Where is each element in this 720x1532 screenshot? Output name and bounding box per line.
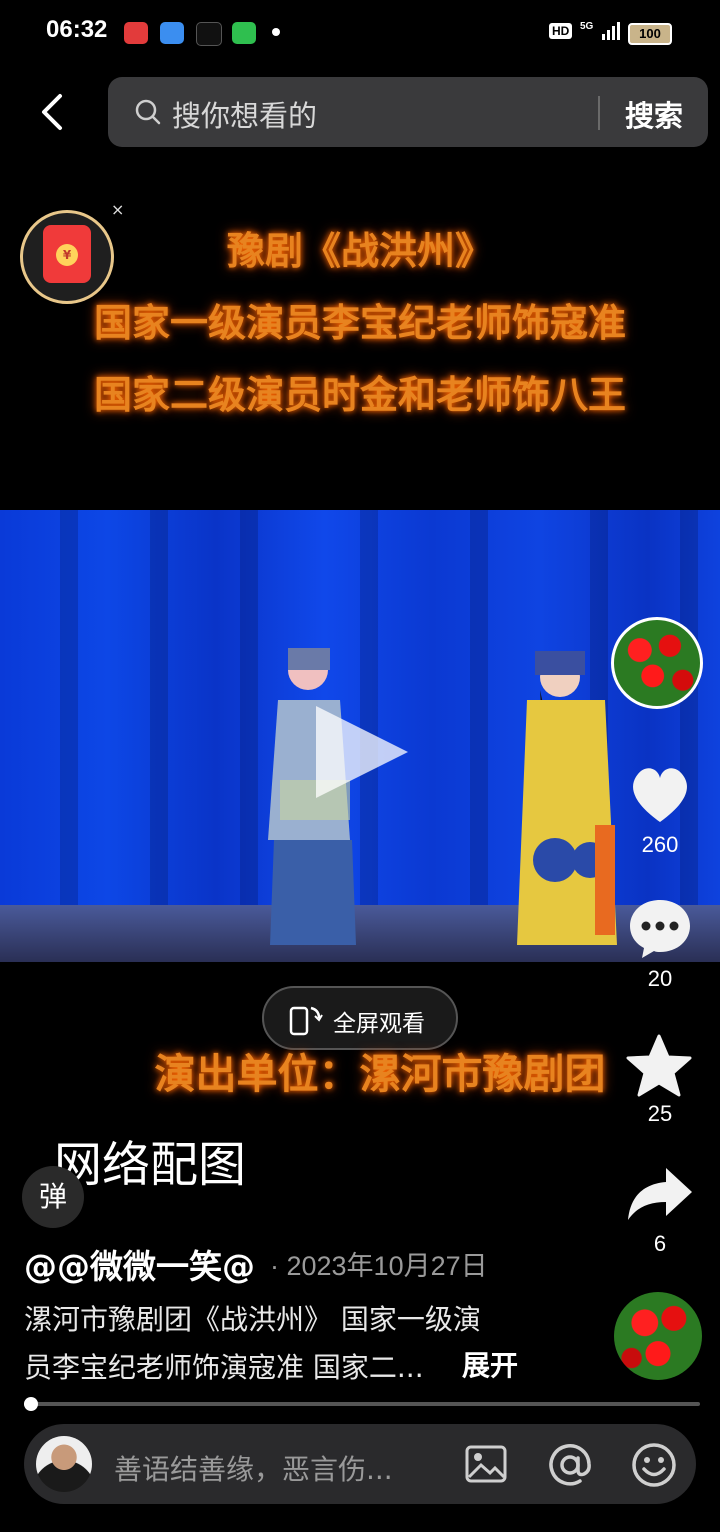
svg-text:5G: 5G <box>580 21 594 32</box>
back-icon[interactable] <box>34 90 78 134</box>
battery-indicator: 100 <box>628 23 672 45</box>
douyin-notification-icon <box>196 22 222 46</box>
search-icon <box>135 99 161 125</box>
author-avatar[interactable] <box>611 617 703 709</box>
video-title-line3: 国家二级演员时金和老师饰八王 <box>93 373 626 417</box>
performer-left <box>268 648 356 945</box>
expand-button[interactable]: 展开 <box>462 1344 518 1384</box>
share-icon[interactable] <box>626 1166 694 1222</box>
video-title-line2: 国家一级演员李宝纪老师饰寇准 <box>93 301 626 345</box>
play-icon[interactable] <box>316 706 408 798</box>
progress-handle[interactable] <box>23 1397 38 1411</box>
more-notifications-dot <box>272 28 280 36</box>
at-icon[interactable] <box>547 1442 593 1488</box>
danmu-toggle-button[interactable]: 弹 <box>22 1166 84 1228</box>
comment-input[interactable]: 善语结善缘，恶言伤... <box>114 1448 393 1488</box>
toutiao-notification-icon <box>124 22 148 44</box>
post-date: · 2023年10月27日 <box>270 1251 488 1281</box>
troupe-caption: 演出单位：漯河市豫剧团 <box>154 1050 606 1098</box>
status-time: 06:32 <box>46 16 108 43</box>
share-count: 6 <box>653 1231 667 1256</box>
fullscreen-label[interactable]: 全屏观看 <box>333 1004 425 1038</box>
signal-icon: 5G <box>580 21 620 40</box>
video-title-line1: 豫剧《战洪州》 <box>226 229 493 273</box>
close-icon[interactable]: × <box>111 200 124 219</box>
image-icon[interactable] <box>464 1442 508 1486</box>
description-line1: 漯河市豫剧团《战洪州》 国家一级演 <box>24 1303 481 1336</box>
overlay-text: 网络配图 <box>54 1137 247 1193</box>
heart-icon[interactable] <box>628 764 692 824</box>
status-bar: 06:32 HD 5G 100 <box>0 0 720 64</box>
progress-bar[interactable] <box>24 1402 700 1406</box>
hd-badge: HD <box>549 23 573 39</box>
performer-right <box>517 651 617 945</box>
comment-icon[interactable] <box>628 898 692 958</box>
like-count: 260 <box>641 832 679 857</box>
search-button[interactable]: 搜索 <box>625 93 683 135</box>
search-input[interactable]: 搜你想看的 <box>172 93 317 135</box>
user-avatar <box>36 1436 92 1492</box>
music-avatar[interactable] <box>614 1292 702 1380</box>
emoji-icon[interactable] <box>631 1442 677 1488</box>
fullscreen-icon <box>289 1006 323 1036</box>
shop-notification-icon <box>232 22 256 44</box>
favorite-count: 25 <box>647 1101 673 1126</box>
author-name[interactable]: @@微微一笑@ <box>24 1240 255 1288</box>
search-divider <box>598 96 600 130</box>
app-notification-icon <box>160 22 184 44</box>
comment-count: 20 <box>647 966 673 991</box>
